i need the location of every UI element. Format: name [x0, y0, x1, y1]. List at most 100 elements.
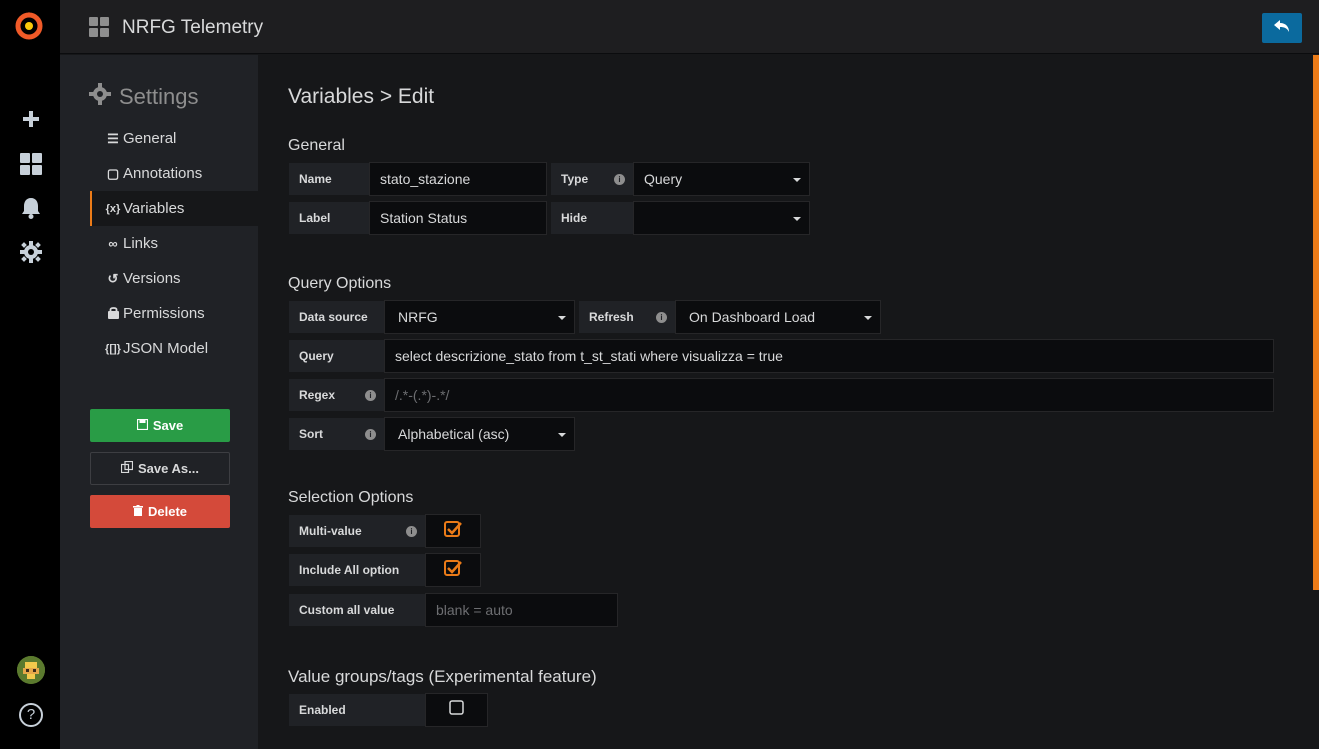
sidebar-item-label: Annotations — [123, 165, 203, 182]
side-menu: ? — [0, 0, 60, 749]
grafana-logo-icon[interactable] — [13, 10, 45, 42]
back-arrow-icon — [1273, 19, 1291, 38]
regex-label-text: Regex — [299, 388, 336, 402]
regex-label: Regex i — [288, 378, 385, 412]
caret-down-icon — [864, 316, 872, 320]
sidebar-item-permissions[interactable]: Permissions — [90, 296, 258, 331]
include-all-label: Include All option — [288, 553, 426, 587]
datasource-select-value: NRFG — [398, 309, 438, 325]
name-input[interactable]: stato_stazione — [369, 162, 547, 196]
info-icon[interactable]: i — [656, 312, 667, 323]
top-navbar: NRFG Telemetry — [60, 0, 1319, 54]
variable-icon: {x} — [105, 202, 121, 215]
type-label: Type i — [550, 162, 634, 196]
sidebar-item-label: Permissions — [123, 305, 205, 322]
plus-icon[interactable] — [19, 107, 43, 131]
caret-down-icon — [558, 316, 566, 320]
delete-button[interactable]: Delete — [90, 495, 230, 528]
page-title: Variables > Edit — [288, 85, 435, 108]
refresh-label: Refresh i — [578, 300, 676, 334]
trash-icon — [132, 504, 143, 519]
multi-value-checkbox[interactable] — [425, 514, 481, 548]
query-label: Query — [288, 339, 385, 373]
sort-select[interactable]: Alphabetical (asc) — [384, 417, 575, 451]
save-as-button[interactable]: Save As... — [90, 452, 230, 485]
copy-icon — [120, 460, 134, 476]
type-select-value: Query — [644, 171, 683, 187]
comment-icon: ▢ — [106, 165, 120, 181]
enabled-label: Enabled — [288, 693, 426, 727]
datasource-select[interactable]: NRFG — [384, 300, 575, 334]
sidebar-item-label: Versions — [123, 270, 181, 287]
settings-heading: Settings — [89, 83, 199, 111]
section-title-general: General — [288, 137, 345, 154]
regex-input[interactable]: /.*-(.*)-.*/ — [384, 378, 1274, 412]
main-content: Variables > Edit General Name stato_staz… — [258, 55, 1319, 749]
gear-icon[interactable] — [19, 240, 43, 264]
dashboard-grid-icon — [89, 17, 109, 37]
lock-icon — [104, 306, 122, 322]
section-title-query-options: Query Options — [288, 275, 392, 292]
section-title-value-groups: Value groups/tags (Experimental feature) — [288, 667, 597, 686]
caret-down-icon — [793, 217, 801, 221]
sidebar-item-versions[interactable]: ↺ Versions — [90, 261, 258, 296]
dashboard-title[interactable]: NRFG Telemetry — [122, 17, 263, 39]
save-button[interactable]: Save — [90, 409, 230, 442]
sliders-icon: ☰ — [107, 130, 119, 146]
sidebar-item-variables[interactable]: {x} Variables — [90, 191, 258, 226]
info-icon[interactable]: i — [406, 526, 417, 537]
avatar[interactable] — [17, 656, 45, 684]
info-icon[interactable]: i — [365, 429, 376, 440]
name-label: Name — [288, 162, 370, 196]
checkbox-unchecked-icon — [448, 699, 465, 721]
save-icon — [136, 418, 148, 433]
sidebar-item-json-model[interactable]: {[]} JSON Model — [90, 331, 258, 366]
sidebar-item-label: General — [123, 130, 177, 147]
checkbox-checked-icon — [444, 559, 462, 582]
include-all-checkbox[interactable] — [425, 553, 481, 587]
caret-down-icon — [558, 433, 566, 437]
dashboards-icon[interactable] — [19, 152, 43, 176]
type-select[interactable]: Query — [633, 162, 810, 196]
hide-label: Hide — [550, 201, 634, 235]
label-input[interactable]: Station Status — [369, 201, 547, 235]
gear-icon — [89, 83, 111, 111]
info-icon[interactable]: i — [365, 390, 376, 401]
section-title-selection-options: Selection Options — [288, 489, 414, 506]
hide-select[interactable] — [633, 201, 810, 235]
delete-button-label: Delete — [147, 504, 188, 519]
datasource-label: Data source — [288, 300, 385, 334]
settings-title: Settings — [119, 84, 199, 109]
history-icon: ↺ — [107, 270, 119, 286]
refresh-label-text: Refresh — [589, 310, 634, 324]
refresh-select[interactable]: On Dashboard Load — [675, 300, 881, 334]
info-icon[interactable]: i — [614, 174, 625, 185]
type-label-text: Type — [561, 172, 589, 186]
custom-all-input[interactable]: blank = auto — [425, 593, 618, 627]
help-icon[interactable]: ? — [19, 703, 43, 727]
enabled-checkbox[interactable] — [425, 693, 488, 727]
refresh-select-value: On Dashboard Load — [689, 309, 816, 325]
back-button[interactable] — [1262, 13, 1302, 43]
checkbox-checked-icon — [444, 520, 462, 543]
multi-value-label: Multi-value i — [288, 514, 426, 548]
json-icon: {[]} — [105, 342, 121, 355]
link-icon: ∞ — [108, 236, 118, 251]
sort-label: Sort i — [288, 417, 385, 451]
settings-sidebar: Settings ☰ General ▢ Annotations {x} Variab… — [60, 55, 258, 749]
scrollbar[interactable] — [1313, 55, 1319, 590]
caret-down-icon — [793, 178, 801, 182]
sort-label-text: Sort — [299, 427, 323, 441]
multi-value-label-text: Multi-value — [299, 524, 362, 538]
query-input[interactable]: select descrizione_stato from t_st_stati… — [384, 339, 1274, 373]
sidebar-item-annotations[interactable]: ▢ Annotations — [90, 156, 258, 191]
label-label: Label — [288, 201, 370, 235]
sidebar-item-label: JSON Model — [123, 340, 209, 357]
custom-all-label: Custom all value — [288, 593, 426, 627]
sidebar-item-label: Variables — [123, 200, 185, 217]
sidebar-item-links[interactable]: ∞ Links — [90, 226, 258, 261]
bell-icon[interactable] — [19, 196, 43, 220]
save-as-button-label: Save As... — [138, 461, 199, 476]
save-button-label: Save — [152, 418, 184, 433]
sidebar-item-general[interactable]: ☰ General — [90, 121, 258, 156]
